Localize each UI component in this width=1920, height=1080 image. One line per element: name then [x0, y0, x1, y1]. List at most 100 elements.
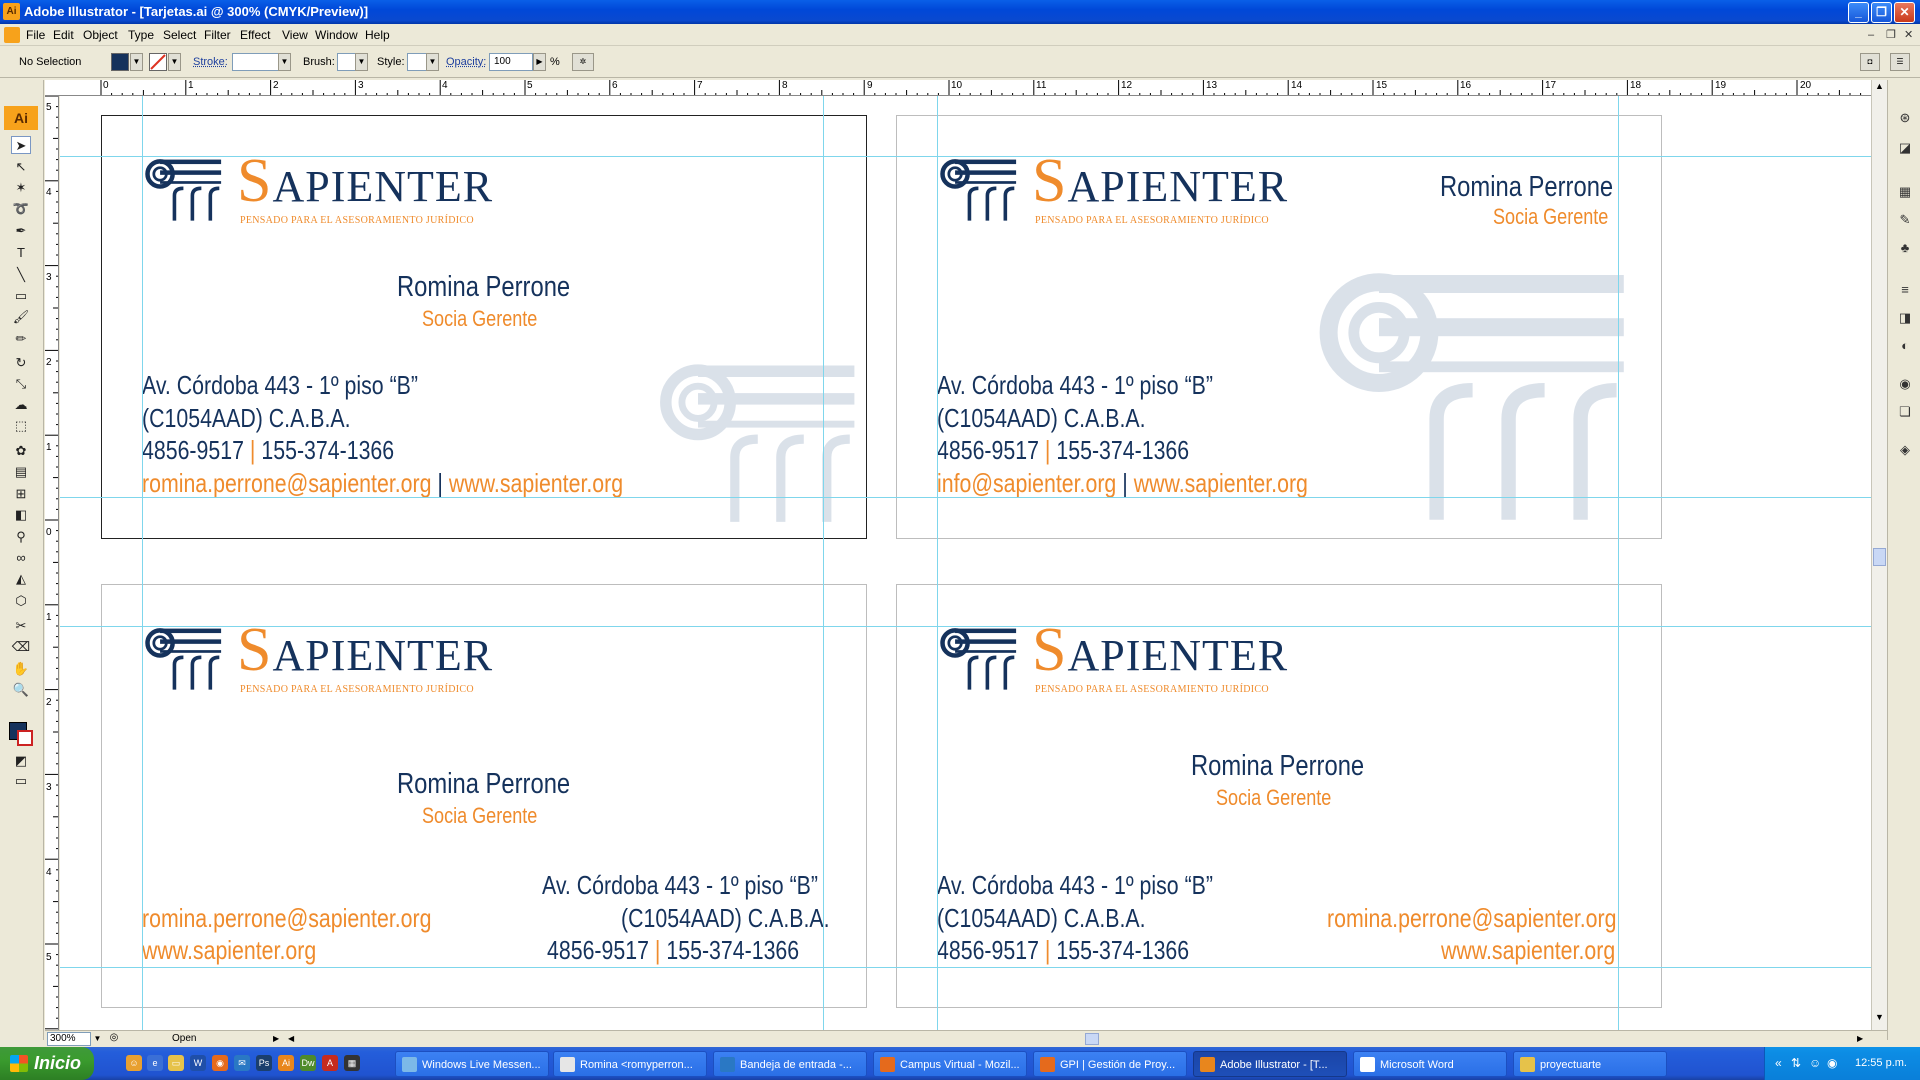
minimize-button[interactable]: _: [1848, 2, 1869, 23]
blend-tool-icon[interactable]: ∞: [11, 549, 31, 567]
menu-filter[interactable]: Filter: [204, 24, 231, 46]
stroke-weight-dropdown-icon[interactable]: ▼: [278, 53, 291, 71]
type-tool-icon[interactable]: T: [11, 244, 31, 262]
stroke-label[interactable]: Stroke:: [193, 56, 228, 68]
guide-line[interactable]: [60, 156, 1871, 157]
business-card[interactable]: SAPIENTER PENSADO PARA EL ASESORAMIENTO …: [101, 584, 867, 1008]
guide-line[interactable]: [60, 626, 1871, 627]
doc-minimize-icon[interactable]: –: [1868, 24, 1874, 46]
task-inbox[interactable]: Bandeja de entrada -...: [713, 1051, 867, 1077]
camera-icon[interactable]: ◘: [1860, 53, 1880, 71]
task-folder[interactable]: proyectuarte: [1513, 1051, 1667, 1077]
opacity-field[interactable]: 100: [489, 53, 533, 71]
restore-button[interactable]: ❐: [1871, 2, 1892, 23]
live-paint-selection-tool-icon[interactable]: ⬡: [11, 592, 31, 610]
task-word[interactable]: Microsoft Word: [1353, 1051, 1507, 1077]
gradient-palette-icon[interactable]: ◨: [1895, 310, 1915, 328]
guide-line[interactable]: [823, 96, 824, 1030]
stroke-swatch[interactable]: [149, 53, 167, 71]
eraser-tool-icon[interactable]: ⌫: [11, 638, 31, 656]
paintbrush-tool-icon[interactable]: 🖌: [11, 308, 31, 326]
menu-effect[interactable]: Effect: [240, 24, 270, 46]
symbols-palette-icon[interactable]: ♣: [1895, 240, 1915, 258]
doc-close-icon[interactable]: ✕: [1904, 24, 1913, 46]
guide-line[interactable]: [142, 96, 143, 1030]
guide-line[interactable]: [60, 497, 1871, 498]
business-card[interactable]: SAPIENTER PENSADO PARA EL ASESORAMIENTO …: [101, 115, 867, 539]
thunderbird-quicklaunch-icon[interactable]: ✉: [234, 1055, 250, 1071]
business-card[interactable]: SAPIENTER PENSADO PARA EL ASESORAMIENTO …: [896, 115, 1662, 539]
stroke-color-icon[interactable]: [17, 730, 33, 746]
guide-line[interactable]: [937, 96, 938, 1030]
scroll-left-icon[interactable]: ◀: [288, 1032, 300, 1046]
pencil-tool-icon[interactable]: ✏: [11, 330, 31, 348]
screen-mode-icon[interactable]: ▭: [11, 772, 31, 790]
menu-file[interactable]: File: [26, 24, 45, 46]
palette-menu-icon[interactable]: ☰: [1890, 53, 1910, 71]
task-campus[interactable]: Campus Virtual - Mozil...: [873, 1051, 1027, 1077]
gradient-tool-icon[interactable]: ◧: [11, 506, 31, 524]
vertical-scrollbar[interactable]: ▲ ▼: [1871, 80, 1887, 1030]
vertical-scroll-thumb[interactable]: [1873, 548, 1886, 566]
info-palette-icon[interactable]: ◪: [1895, 140, 1915, 158]
style-dropdown-icon[interactable]: ▼: [426, 53, 439, 71]
lasso-tool-icon[interactable]: ➰: [11, 200, 31, 218]
firefox-quicklaunch-icon[interactable]: ◉: [212, 1055, 228, 1071]
opacity-arrow-icon[interactable]: ▶: [533, 53, 546, 71]
warp-tool-icon[interactable]: ☁: [11, 396, 31, 414]
style-field[interactable]: [407, 53, 427, 71]
antivirus-icon[interactable]: ◉: [1827, 1047, 1837, 1080]
doc-restore-icon[interactable]: ❐: [1886, 24, 1896, 46]
status-text[interactable]: Open: [124, 1032, 228, 1046]
word-quicklaunch-icon[interactable]: W: [190, 1055, 206, 1071]
guide-line[interactable]: [60, 967, 1871, 968]
magic-wand-tool-icon[interactable]: ✶: [11, 179, 31, 197]
scale-tool-icon[interactable]: ⤡: [11, 375, 31, 393]
start-button[interactable]: Inicio: [0, 1047, 94, 1080]
free-transform-tool-icon[interactable]: ⬚: [11, 417, 31, 435]
photoshop-quicklaunch-icon[interactable]: Ps: [256, 1055, 272, 1071]
dreamweaver-quicklaunch-icon[interactable]: Dw: [300, 1055, 316, 1071]
close-button[interactable]: ✕: [1894, 2, 1915, 23]
options-menu-icon[interactable]: ✲: [572, 53, 594, 71]
task-email[interactable]: Romina <romyperron...: [553, 1051, 707, 1077]
artboard-canvas[interactable]: SAPIENTER PENSADO PARA EL ASESORAMIENTO …: [60, 96, 1871, 1030]
status-menu-icon[interactable]: ▶: [273, 1032, 285, 1046]
appearance-palette-icon[interactable]: ◉: [1895, 376, 1915, 394]
stroke-palette-icon[interactable]: ≡: [1895, 282, 1915, 300]
task-gpi[interactable]: GPI | Gestión de Proy...: [1033, 1051, 1187, 1077]
acrobat-quicklaunch-icon[interactable]: A: [322, 1055, 338, 1071]
zoom-dropdown-icon[interactable]: ▼: [91, 1032, 104, 1046]
scroll-down-icon[interactable]: ▼: [1873, 1012, 1886, 1026]
navigator-palette-icon[interactable]: ⊛: [1895, 110, 1915, 128]
color-mode-icon[interactable]: ◩: [11, 752, 31, 770]
clock[interactable]: 12:55 p.m.: [1855, 1047, 1907, 1080]
menu-help[interactable]: Help: [365, 24, 390, 46]
network-icon[interactable]: ⇅: [1791, 1047, 1801, 1080]
illustrator-quicklaunch-icon[interactable]: Ai: [278, 1055, 294, 1071]
stroke-weight-field[interactable]: [232, 53, 284, 71]
pen-tool-icon[interactable]: ✒: [11, 222, 31, 240]
menu-window[interactable]: Window: [315, 24, 358, 46]
menu-object[interactable]: Object: [83, 24, 118, 46]
rectangle-tool-icon[interactable]: ▭: [11, 287, 31, 305]
business-card[interactable]: SAPIENTER PENSADO PARA EL ASESORAMIENTO …: [896, 584, 1662, 1008]
menu-type[interactable]: Type: [128, 24, 154, 46]
messenger-tray-icon[interactable]: ☺: [1809, 1047, 1821, 1080]
brush-field[interactable]: [337, 53, 357, 71]
zoom-field[interactable]: 300%: [47, 1032, 91, 1046]
scroll-up-icon[interactable]: ▲: [1873, 81, 1886, 95]
graphic-styles-palette-icon[interactable]: ❏: [1895, 404, 1915, 422]
slice-tool-icon[interactable]: ✂: [11, 617, 31, 635]
opacity-label[interactable]: Opacity:: [446, 56, 486, 68]
brush-dropdown-icon[interactable]: ▼: [355, 53, 368, 71]
hand-tool-icon[interactable]: ✋: [11, 660, 31, 678]
menu-edit[interactable]: Edit: [53, 24, 74, 46]
mesh-tool-icon[interactable]: ⊞: [11, 485, 31, 503]
symbol-sprayer-tool-icon[interactable]: ✿: [11, 442, 31, 460]
messenger-quicklaunch-icon[interactable]: ☺: [126, 1055, 142, 1071]
task-messenger[interactable]: Windows Live Messen...: [395, 1051, 549, 1077]
document-icon[interactable]: [4, 27, 20, 43]
layers-palette-icon[interactable]: ◈: [1895, 442, 1915, 460]
graph-tool-icon[interactable]: ▤: [11, 463, 31, 481]
